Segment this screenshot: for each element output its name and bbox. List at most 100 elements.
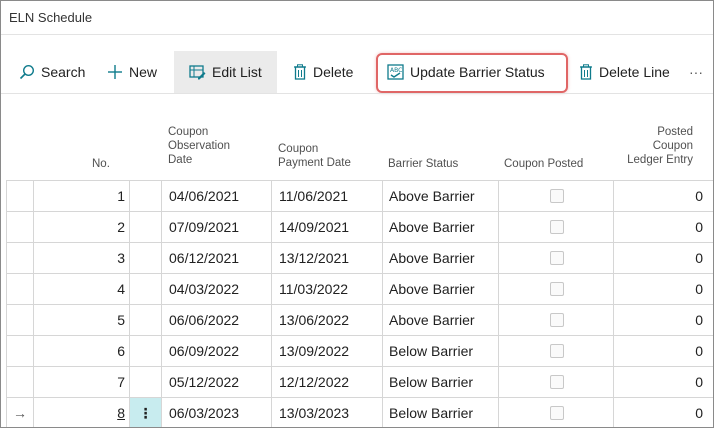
- table-row[interactable]: → 8 ⋮ 06/03/2023 13/03/2023 Below Barrier 0: [6, 397, 713, 427]
- cell-no-value[interactable]: 8: [117, 405, 125, 421]
- coupon-posted-checkbox[interactable]: [549, 313, 564, 327]
- coupon-posted-checkbox[interactable]: [549, 251, 564, 265]
- cell-coupon-payment-date[interactable]: 11/06/2021: [272, 181, 383, 211]
- update-barrier-status-highlight: [376, 53, 568, 93]
- column-header-coupon-posted[interactable]: Coupon Posted: [504, 157, 583, 171]
- cell-barrier-status[interactable]: Above Barrier: [383, 274, 499, 304]
- cell-no-value: 4: [117, 281, 125, 297]
- cell-coupon-observation-date[interactable]: 06/03/2023: [162, 398, 272, 427]
- cell-barrier-status[interactable]: Above Barrier: [383, 212, 499, 242]
- column-header-no[interactable]: No.: [92, 157, 110, 171]
- cell-posted-coupon-ledger-entry[interactable]: 0: [614, 305, 707, 335]
- action-bar: Search New Edit List Delete ABC Update B…: [1, 51, 713, 93]
- cell-coupon-posted[interactable]: [499, 367, 614, 397]
- search-button[interactable]: Search: [19, 51, 85, 93]
- cell-coupon-payment-date[interactable]: 13/09/2022: [272, 336, 383, 366]
- search-icon: [19, 64, 35, 80]
- column-header-coupon-payment-date[interactable]: Coupon Payment Date: [278, 142, 351, 170]
- cell-barrier-status[interactable]: Above Barrier: [383, 181, 499, 211]
- cell-no[interactable]: 7: [33, 367, 129, 397]
- cell-coupon-observation-date[interactable]: 06/06/2022: [162, 305, 272, 335]
- cell-barrier-status[interactable]: Below Barrier: [383, 367, 499, 397]
- cell-coupon-payment-date[interactable]: 14/09/2021: [272, 212, 383, 242]
- cell-no-value: 3: [117, 250, 125, 266]
- cell-no[interactable]: 1: [33, 181, 129, 211]
- cell-coupon-posted[interactable]: [499, 398, 614, 427]
- row-menu-button[interactable]: [130, 367, 161, 397]
- more-actions-button[interactable]: ···: [689, 51, 703, 93]
- trash-icon: [293, 64, 307, 80]
- cell-coupon-posted[interactable]: [499, 212, 614, 242]
- cell-no[interactable]: 5: [33, 305, 129, 335]
- coupon-posted-checkbox[interactable]: [549, 344, 564, 358]
- cell-posted-coupon-ledger-entry[interactable]: 0: [614, 212, 707, 242]
- coupon-posted-checkbox[interactable]: [549, 220, 564, 234]
- coupon-posted-checkbox[interactable]: [549, 375, 564, 389]
- row-menu-button[interactable]: ⋮: [130, 398, 161, 427]
- table-row[interactable]: 6 06/09/2022 13/09/2022 Below Barrier 0: [6, 335, 713, 366]
- new-button[interactable]: New: [107, 51, 157, 93]
- row-indicator: [6, 243, 33, 273]
- cell-coupon-payment-date[interactable]: 13/03/2023: [272, 398, 383, 427]
- cell-posted-coupon-ledger-entry[interactable]: 0: [614, 398, 707, 427]
- cell-coupon-observation-date[interactable]: 04/03/2022: [162, 274, 272, 304]
- table-row[interactable]: 2 07/09/2021 14/09/2021 Above Barrier 0: [6, 211, 713, 242]
- edit-list-button[interactable]: Edit List: [174, 51, 277, 93]
- cell-no-value: 6: [117, 343, 125, 359]
- table-row[interactable]: 1 04/06/2021 11/06/2021 Above Barrier 0: [6, 180, 713, 211]
- row-menu-button[interactable]: [130, 212, 161, 242]
- cell-coupon-payment-date[interactable]: 13/06/2022: [272, 305, 383, 335]
- table-row[interactable]: 3 06/12/2021 13/12/2021 Above Barrier 0: [6, 242, 713, 273]
- cell-coupon-observation-date[interactable]: 06/12/2021: [162, 243, 272, 273]
- cell-no[interactable]: 3: [33, 243, 129, 273]
- cell-coupon-posted[interactable]: [499, 243, 614, 273]
- row-menu-button[interactable]: [130, 336, 161, 366]
- cell-coupon-posted[interactable]: [499, 336, 614, 366]
- delete-line-label: Delete Line: [599, 64, 670, 80]
- cell-posted-coupon-ledger-entry[interactable]: 0: [614, 274, 707, 304]
- column-header-posted-coupon-ledger-entry[interactable]: Posted Coupon Ledger Entry: [619, 125, 693, 167]
- coupon-posted-checkbox[interactable]: [549, 406, 564, 420]
- column-header-barrier-status[interactable]: Barrier Status: [388, 157, 458, 171]
- cell-barrier-status[interactable]: Above Barrier: [383, 305, 499, 335]
- row-menu-button[interactable]: [130, 305, 161, 335]
- table-row[interactable]: 4 04/03/2022 11/03/2022 Above Barrier 0: [6, 273, 713, 304]
- cell-coupon-observation-date[interactable]: 05/12/2022: [162, 367, 272, 397]
- cell-barrier-status[interactable]: Below Barrier: [383, 398, 499, 427]
- cell-coupon-payment-date[interactable]: 11/03/2022: [272, 274, 383, 304]
- cell-no[interactable]: 2: [33, 212, 129, 242]
- row-menu-button[interactable]: [130, 274, 161, 304]
- cell-coupon-observation-date[interactable]: 04/06/2021: [162, 181, 272, 211]
- cell-posted-coupon-ledger-entry[interactable]: 0: [614, 336, 707, 366]
- cell-coupon-posted[interactable]: [499, 274, 614, 304]
- cell-coupon-observation-date[interactable]: 07/09/2021: [162, 212, 272, 242]
- delete-line-button[interactable]: Delete Line: [579, 51, 670, 93]
- cell-no-value: 7: [117, 374, 125, 390]
- cell-no[interactable]: 6: [33, 336, 129, 366]
- table-row[interactable]: 7 05/12/2022 12/12/2022 Below Barrier 0: [6, 366, 713, 397]
- delete-label: Delete: [313, 64, 354, 80]
- delete-button[interactable]: Delete: [293, 51, 353, 93]
- cell-coupon-payment-date[interactable]: 12/12/2022: [272, 367, 383, 397]
- row-indicator: [6, 367, 33, 397]
- coupon-posted-checkbox[interactable]: [549, 282, 564, 296]
- row-menu-button[interactable]: [130, 181, 161, 211]
- table-row[interactable]: 5 06/06/2022 13/06/2022 Above Barrier 0: [6, 304, 713, 335]
- row-indicator: [6, 305, 33, 335]
- cell-coupon-observation-date[interactable]: 06/09/2022: [162, 336, 272, 366]
- cell-barrier-status[interactable]: Above Barrier: [383, 243, 499, 273]
- row-menu-button[interactable]: [130, 243, 161, 273]
- eln-schedule-page: ELN Schedule Search New Edit List Delete…: [0, 0, 714, 428]
- column-header-coupon-observation-date[interactable]: Coupon Observation Date: [168, 125, 230, 167]
- cell-coupon-payment-date[interactable]: 13/12/2021: [272, 243, 383, 273]
- cell-coupon-posted[interactable]: [499, 305, 614, 335]
- cell-no[interactable]: 4: [33, 274, 129, 304]
- cell-posted-coupon-ledger-entry[interactable]: 0: [614, 367, 707, 397]
- cell-barrier-status[interactable]: Below Barrier: [383, 336, 499, 366]
- coupon-posted-checkbox[interactable]: [549, 189, 564, 203]
- cell-posted-coupon-ledger-entry[interactable]: 0: [614, 181, 707, 211]
- cell-posted-coupon-ledger-entry[interactable]: 0: [614, 243, 707, 273]
- cell-no[interactable]: 8: [33, 398, 129, 427]
- divider: [1, 34, 713, 35]
- cell-coupon-posted[interactable]: [499, 181, 614, 211]
